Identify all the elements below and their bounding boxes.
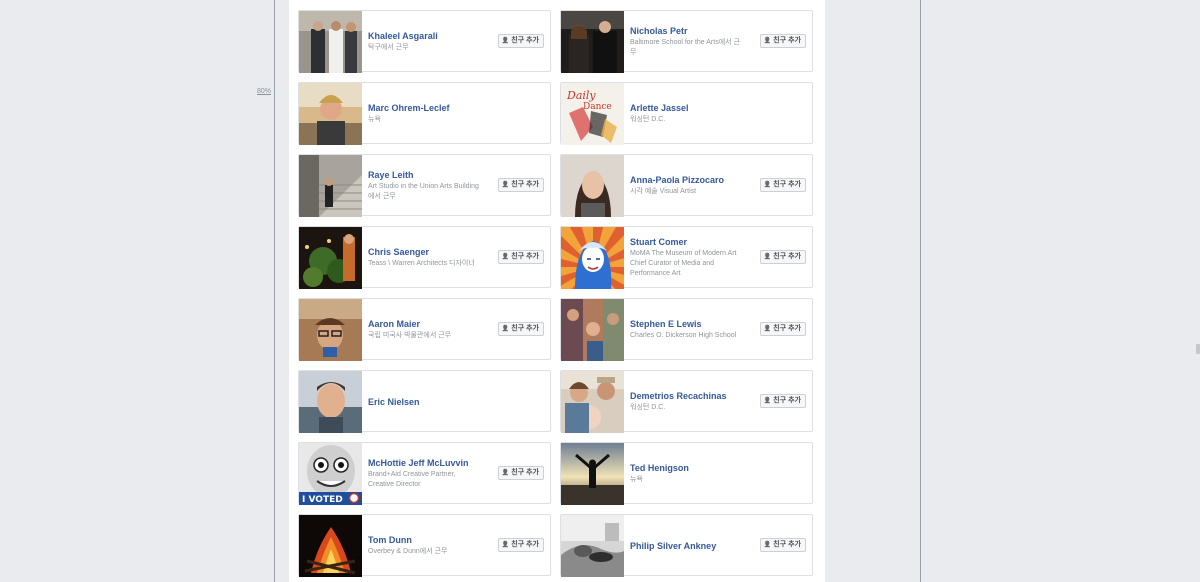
profile-name-link[interactable]: Ted Henigson — [630, 463, 812, 474]
scrollbar-thumb[interactable] — [1196, 344, 1200, 354]
page-left-border — [274, 0, 275, 582]
add-friend-button[interactable]: 👤 친구 추가 — [759, 34, 806, 48]
friend-suggestion-card: Eric Nielsen — [298, 370, 551, 433]
profile-photo[interactable] — [561, 371, 624, 433]
add-friend-label: 친구 추가 — [511, 37, 539, 44]
friend-suggestion-card: Raye Leith Art Studio in the Union Arts B… — [298, 154, 551, 217]
profile-photo[interactable] — [299, 299, 362, 361]
add-friend-button[interactable]: 👤 친구 추가 — [759, 322, 806, 336]
add-friend-button[interactable]: 👤 친구 추가 — [759, 178, 806, 192]
profile-photo[interactable] — [561, 11, 624, 73]
friend-info: Eric Nielsen — [368, 371, 550, 433]
profile-photo[interactable] — [299, 227, 362, 289]
profile-subtitle: 뉴욕 — [630, 476, 643, 483]
add-friend-button[interactable]: 👤 친구 추가 — [497, 178, 544, 192]
add-friend-button[interactable]: 👤 친구 추가 — [497, 34, 544, 48]
add-friend-label: 친구 추가 — [773, 541, 801, 548]
add-friend-icon: 👤 — [501, 38, 510, 44]
profile-photo[interactable] — [299, 11, 362, 73]
add-friend-icon: 👤 — [763, 254, 772, 260]
friend-suggestion-card: Chris Saenger Teass \ Warren Architects 디… — [298, 226, 551, 289]
add-friend-icon: 👤 — [763, 182, 772, 188]
add-friend-icon: 👤 — [763, 326, 772, 332]
add-friend-button[interactable]: 👤 친구 추가 — [497, 538, 544, 552]
add-friend-icon: 👤 — [763, 542, 772, 548]
profile-name-link[interactable]: Arlette Jassel — [630, 103, 812, 114]
friend-suggestion-card: Aaron Maier 국립 미국사 박물관에서 근무 👤 친구 추가 — [298, 298, 551, 361]
add-friend-button[interactable]: 👤 친구 추가 — [497, 322, 544, 336]
add-friend-icon: 👤 — [501, 326, 510, 332]
add-friend-label: 친구 추가 — [511, 469, 539, 476]
add-friend-label: 친구 추가 — [773, 253, 801, 260]
add-friend-button[interactable]: 👤 친구 추가 — [759, 538, 806, 552]
add-friend-label: 친구 추가 — [511, 253, 539, 260]
svg-text:Dance: Dance — [583, 102, 612, 112]
friend-suggestion-card: Anna-Paola Pizzocaro 시각 예술 Visual Artist 👤… — [560, 154, 813, 217]
profile-photo[interactable] — [299, 371, 362, 433]
profile-subtitle: 뉴욕 — [368, 116, 381, 123]
profile-photo[interactable] — [561, 227, 624, 289]
add-friend-icon: 👤 — [501, 254, 510, 260]
page-right-border — [920, 0, 921, 582]
add-friend-label: 친구 추가 — [773, 181, 801, 188]
add-friend-icon: 👤 — [763, 398, 772, 404]
add-friend-button[interactable]: 👤 친구 추가 — [759, 250, 806, 264]
friend-suggestion-card: Stephen E Lewis Charles O. Dickerson High… — [560, 298, 813, 361]
friend-suggestion-card: I VOTED McHottie Jeff McLuvvin Brand+Aid C… — [298, 442, 551, 505]
profile-name-link[interactable]: Eric Nielsen — [368, 397, 550, 408]
add-friend-label: 친구 추가 — [773, 397, 801, 404]
zoom-level-link[interactable]: 80% — [257, 88, 271, 95]
profile-photo[interactable] — [561, 155, 624, 217]
friend-suggestion-card: Khaleel Asgarali 탁구에서 근무 👤 친구 추가 — [298, 10, 551, 73]
profile-photo[interactable] — [561, 515, 624, 577]
profile-photo[interactable]: I VOTED — [299, 443, 362, 505]
friend-suggestion-card: Daily Dance Arlette Jassel 워싱턴 D.C. — [560, 82, 813, 145]
profile-subtitle: 워싱턴 D.C. — [630, 116, 666, 123]
profile-photo[interactable] — [561, 443, 624, 505]
profile-name-link[interactable]: Stuart Comer — [630, 237, 812, 248]
friend-suggestion-card: Demetrios Recachinas 워싱턴 D.C. 👤 친구 추가 — [560, 370, 813, 433]
add-friend-icon: 👤 — [763, 38, 772, 44]
add-friend-label: 친구 추가 — [511, 541, 539, 548]
add-friend-icon: 👤 — [501, 470, 510, 476]
add-friend-icon: 👤 — [501, 182, 510, 188]
add-friend-label: 친구 추가 — [773, 325, 801, 332]
add-friend-button[interactable]: 👤 친구 추가 — [497, 250, 544, 264]
friend-info: Arlette Jassel 워싱턴 D.C. — [630, 83, 812, 145]
profile-photo[interactable] — [299, 155, 362, 217]
friend-suggestion-card: Stuart Comer MoMA The Museum of Modern Ar… — [560, 226, 813, 289]
friend-suggestion-card: Marc Ohrem-Leclef 뉴욕 — [298, 82, 551, 145]
add-friend-button[interactable]: 👤 친구 추가 — [759, 394, 806, 408]
add-friend-icon: 👤 — [501, 542, 510, 548]
profile-photo[interactable] — [299, 83, 362, 145]
friend-info: Ted Henigson 뉴욕 — [630, 443, 812, 505]
friend-suggestion-card: Ted Henigson 뉴욕 — [560, 442, 813, 505]
profile-photo[interactable] — [561, 299, 624, 361]
friend-suggestion-card: Philip Silver Ankney 👤 친구 추가 — [560, 514, 813, 577]
svg-text:Daily: Daily — [566, 89, 596, 102]
profile-name-link[interactable]: Marc Ohrem-Leclef — [368, 103, 550, 114]
add-friend-button[interactable]: 👤 친구 추가 — [497, 466, 544, 480]
profile-photo[interactable]: Daily Dance — [561, 83, 624, 145]
svg-text:I VOTED: I VOTED — [302, 495, 343, 505]
friend-suggestion-card: Tom Dunn Overbey & Dunn에서 근무 👤 친구 추가 — [298, 514, 551, 577]
add-friend-label: 친구 추가 — [773, 37, 801, 44]
friend-suggestion-card: Nicholas Petr Baltimore School for the Ar… — [560, 10, 813, 73]
add-friend-label: 친구 추가 — [511, 181, 539, 188]
profile-photo[interactable] — [299, 515, 362, 577]
add-friend-label: 친구 추가 — [511, 325, 539, 332]
friend-info: Marc Ohrem-Leclef 뉴욕 — [368, 83, 550, 145]
